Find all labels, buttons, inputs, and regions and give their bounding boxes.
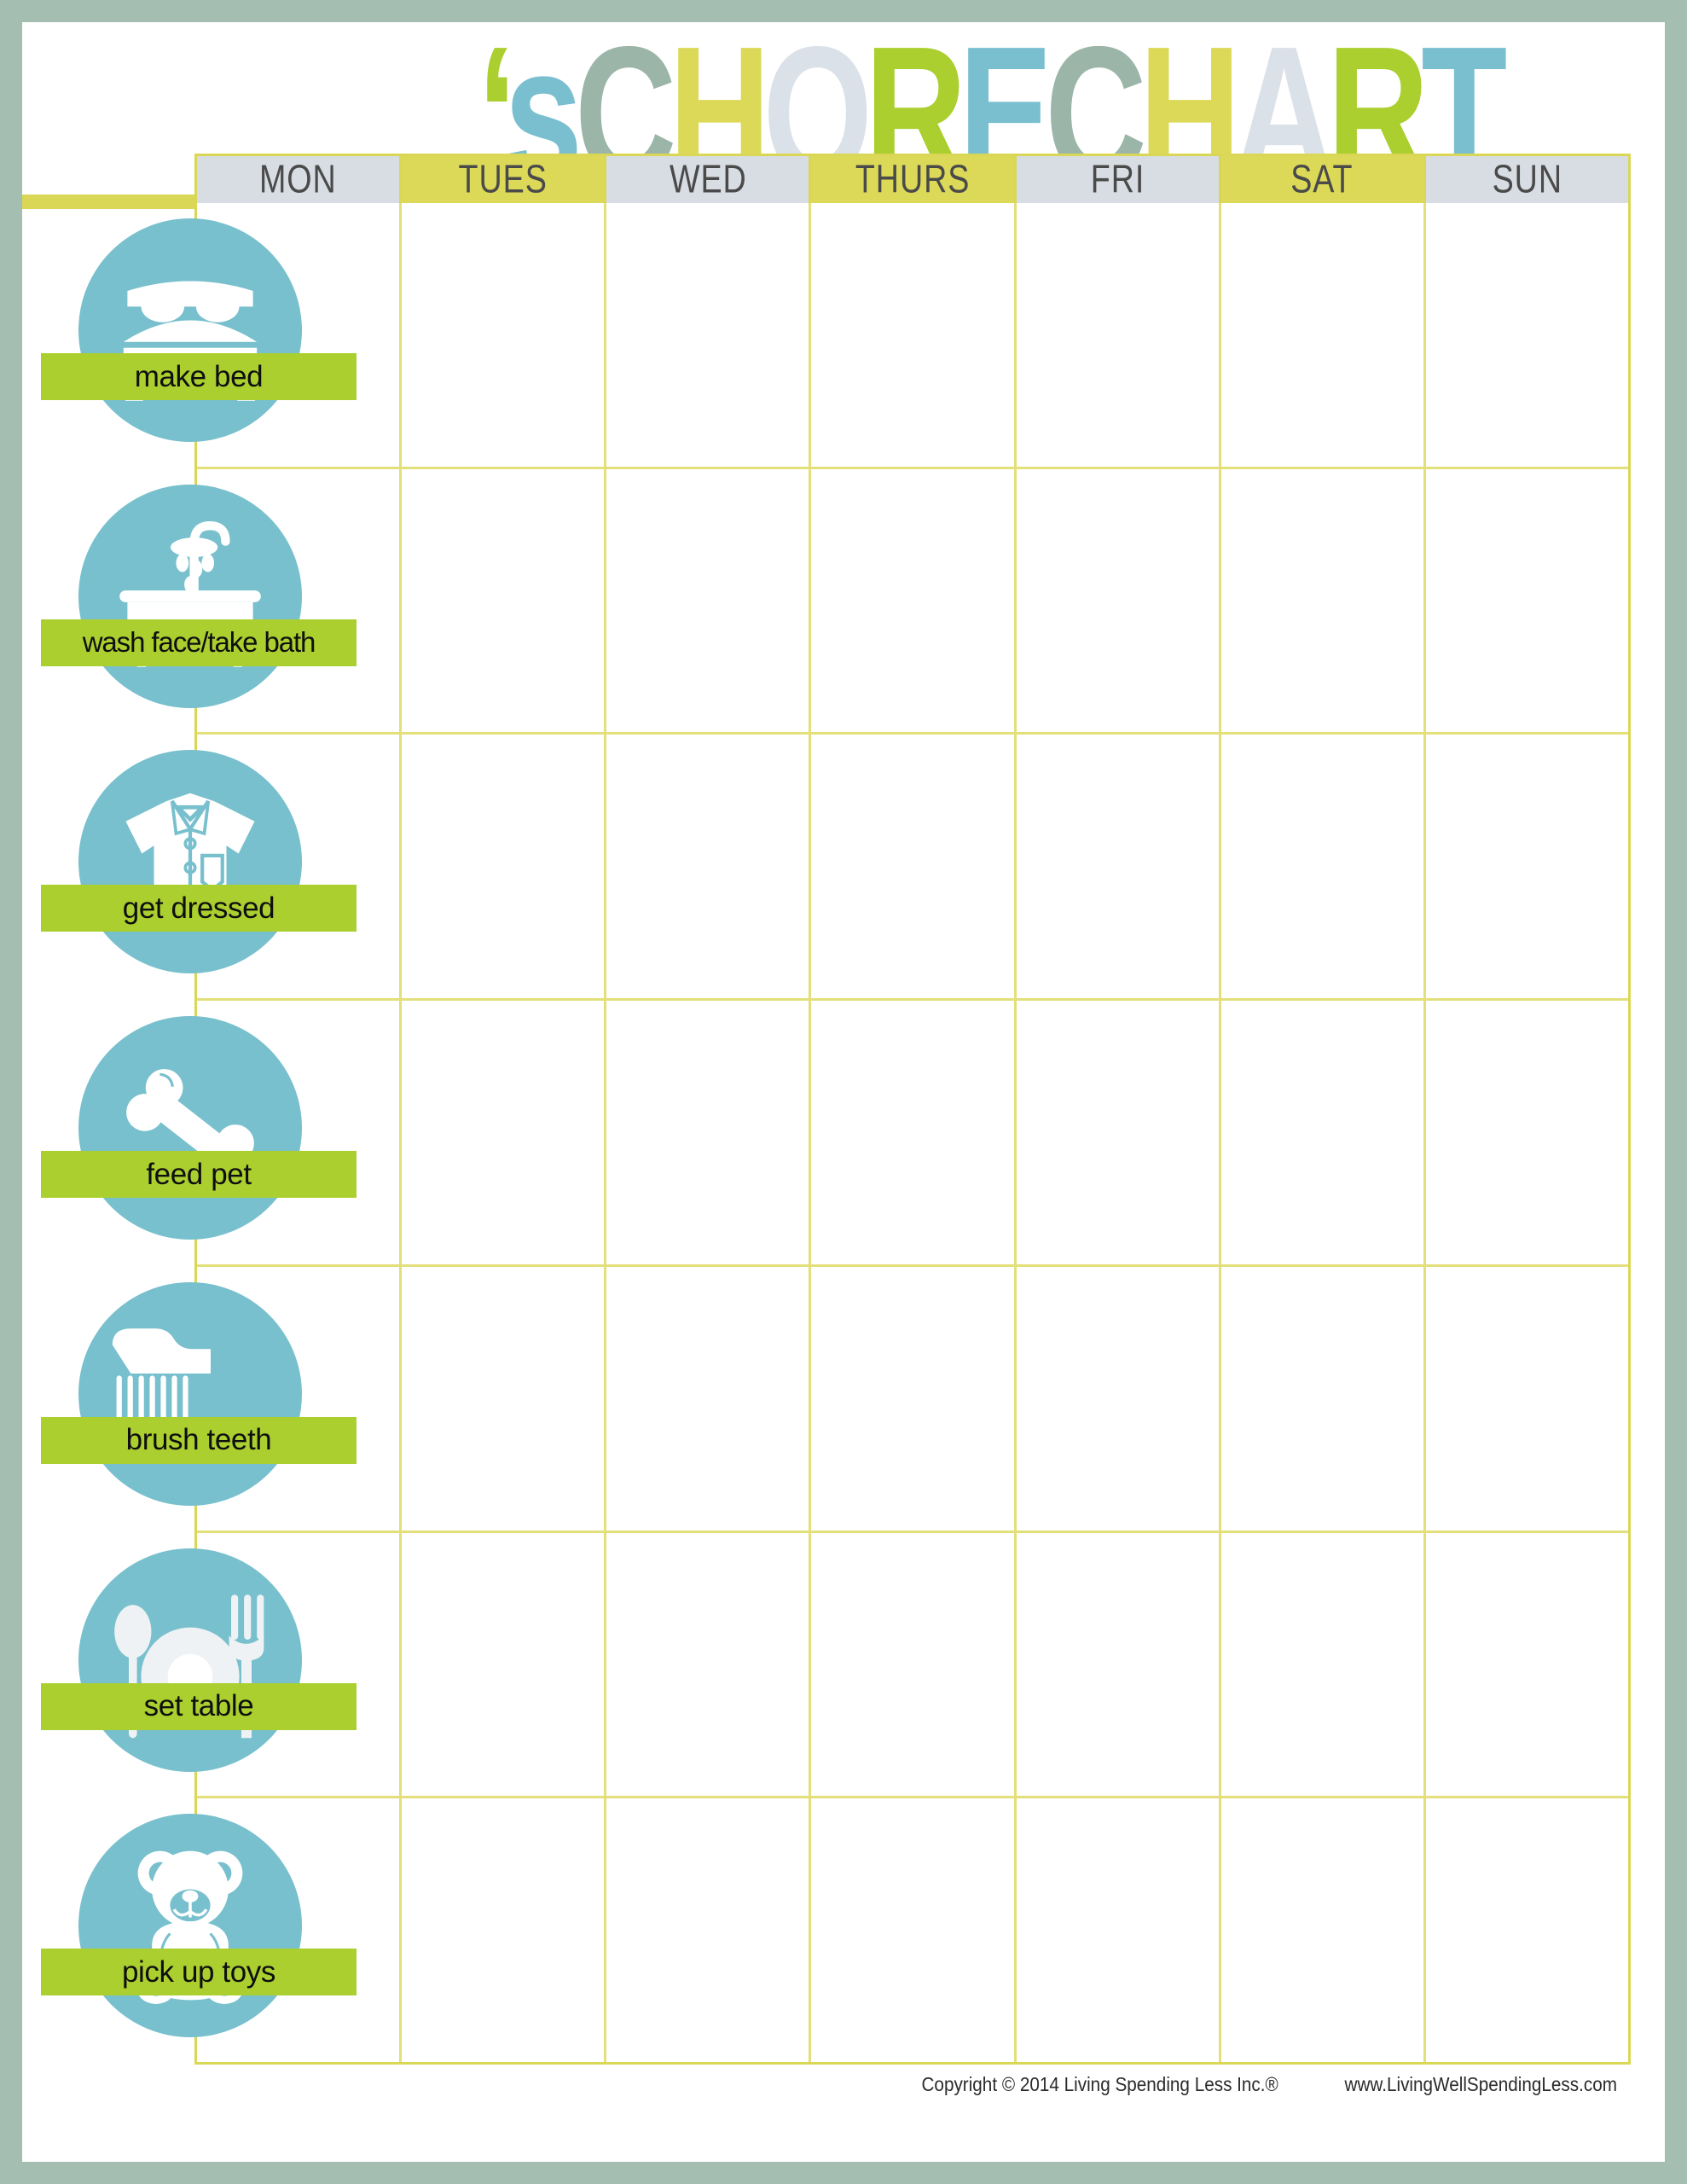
checkbox-cell-get-dressed-tues[interactable] [402,735,607,999]
checkbox-cell-pick-up-toys-wed[interactable] [606,1798,812,2063]
toothbrush-icon [78,1281,302,1506]
chore-row [197,1532,1628,1799]
day-header-fri: FRI [1016,156,1221,203]
checkbox-cell-feed-pet-wed[interactable] [606,1001,812,1264]
checkbox-cell-wash-face-take-bath-wed[interactable] [606,468,812,733]
checkbox-cell-wash-face-take-bath-tues[interactable] [402,468,607,733]
day-header-label: THURS [855,157,971,201]
chore-row [197,735,1628,1002]
chore-item-wash-face-take-bath: wash face/take bath [0,469,358,735]
day-header-label: SUN [1492,157,1562,201]
checkbox-cell-get-dressed-wed[interactable] [606,735,812,999]
chore-label-brush-teeth: brush teeth [41,1416,357,1464]
checkbox-cell-make-bed-wed[interactable] [606,203,812,467]
checkbox-cell-wash-face-take-bath-sun[interactable] [1425,468,1628,733]
day-header-label: TUES [458,157,548,201]
day-header-row: MON TUES WED THURS FRI SAT SUN [194,154,1631,203]
chore-item-get-dressed: get dressed [0,735,358,1001]
checkbox-cell-feed-pet-sun[interactable] [1425,1001,1628,1264]
checkbox-cell-set-table-sun[interactable] [1425,1532,1628,1797]
footer: Copyright © 2014 Living Spending Less In… [0,2073,1643,2096]
day-header-sun: SUN [1425,156,1628,203]
checkbox-cell-set-table-wed[interactable] [606,1532,812,1797]
chore-label-wash-face-take-bath: wash face/take bath [41,619,357,666]
checkbox-cell-wash-face-take-bath-sat[interactable] [1220,468,1426,733]
checkbox-cell-wash-face-take-bath-fri[interactable] [1016,468,1221,733]
checkbox-cell-brush-teeth-sat[interactable] [1220,1266,1426,1531]
checkbox-cell-brush-teeth-tues[interactable] [402,1266,607,1531]
bathtub-icon [78,484,302,708]
checkbox-cell-pick-up-toys-sun[interactable] [1425,1798,1628,2063]
day-header-tues: TUES [402,156,607,203]
checkbox-cell-make-bed-tues[interactable] [402,203,607,467]
day-header-mon: MON [197,156,403,203]
place-setting-icon [78,1548,302,1772]
chore-label-text: set table [143,1689,254,1723]
bed-icon [78,218,302,442]
day-header-label: FRI [1090,157,1145,201]
chore-grid-body [194,203,1631,2065]
chore-chart-page: ‘sCHORECHART MON TUES WED THURS FRI SAT SUN ma… [0,0,1687,2184]
checkbox-cell-set-table-fri[interactable] [1016,1532,1221,1797]
chore-label-text: brush teeth [125,1423,272,1457]
chore-label-make-bed: make bed [41,353,357,400]
chore-row [197,1001,1628,1267]
chore-item-set-table: set table [0,1533,358,1799]
day-header-wed: WED [606,156,812,203]
checkbox-cell-pick-up-toys-thurs[interactable] [811,1798,1017,2063]
checkbox-cell-brush-teeth-fri[interactable] [1016,1266,1221,1531]
shirt-icon [78,750,302,974]
website-text: www.LivingWellSpendingLess.com [1344,2073,1617,2095]
chore-item-make-bed: make bed [0,203,358,469]
day-header-label: MON [259,157,337,201]
checkbox-cell-pick-up-toys-tues[interactable] [402,1798,607,2063]
checkbox-cell-set-table-thurs[interactable] [811,1532,1017,1797]
chore-label-text: pick up toys [121,1955,275,1989]
checkbox-cell-get-dressed-sat[interactable] [1220,735,1426,999]
checkbox-cell-brush-teeth-thurs[interactable] [811,1266,1017,1531]
chore-row [197,1798,1628,2063]
checkbox-cell-pick-up-toys-sat[interactable] [1220,1798,1426,2063]
checkbox-cell-get-dressed-thurs[interactable] [811,735,1017,999]
copyright-text: Copyright © 2014 Living Spending Less In… [921,2073,1279,2095]
checkbox-cell-set-table-sat[interactable] [1220,1532,1426,1797]
chore-row [197,1266,1628,1533]
checkbox-cell-pick-up-toys-fri[interactable] [1016,1798,1221,2063]
chore-label-text: wash face/take bath [82,626,316,659]
chore-label-get-dressed: get dressed [41,885,357,932]
chore-label-pick-up-toys: pick up toys [41,1949,357,1996]
teddy-bear-icon [78,1814,302,2038]
chore-row [197,203,1628,469]
chore-label-text: feed pet [146,1157,252,1191]
checkbox-cell-feed-pet-thurs[interactable] [811,1001,1017,1264]
checkbox-cell-set-table-tues[interactable] [402,1532,607,1797]
chore-list: make bed wash face/take bath get dressed [0,203,358,2065]
day-header-label: SAT [1290,157,1354,201]
checkbox-cell-make-bed-sat[interactable] [1220,203,1426,467]
chore-label-text: make bed [134,359,264,393]
checkbox-cell-brush-teeth-wed[interactable] [606,1266,812,1531]
chore-item-brush-teeth: brush teeth [0,1267,358,1533]
checkbox-cell-make-bed-sun[interactable] [1425,203,1628,467]
chore-label-feed-pet: feed pet [41,1151,357,1199]
chore-row [197,468,1628,735]
checkbox-cell-make-bed-fri[interactable] [1016,203,1221,467]
chore-label-text: get dressed [122,891,275,925]
checkbox-cell-make-bed-thurs[interactable] [811,203,1017,467]
bone-icon [78,1016,302,1240]
chore-item-pick-up-toys: pick up toys [0,1798,358,2065]
checkbox-cell-get-dressed-fri[interactable] [1016,735,1221,999]
checkbox-cell-brush-teeth-sun[interactable] [1425,1266,1628,1531]
checkbox-cell-wash-face-take-bath-thurs[interactable] [811,468,1017,733]
checkbox-cell-get-dressed-sun[interactable] [1425,735,1628,999]
day-header-thurs: THURS [811,156,1017,203]
checkbox-cell-feed-pet-fri[interactable] [1016,1001,1221,1264]
chore-item-feed-pet: feed pet [0,1001,358,1267]
day-header-label: WED [669,157,747,201]
day-header-sat: SAT [1220,156,1426,203]
checkbox-cell-feed-pet-tues[interactable] [402,1001,607,1264]
chore-grid: MON TUES WED THURS FRI SAT SUN [194,154,1631,2065]
checkbox-cell-feed-pet-sat[interactable] [1220,1001,1426,1264]
chore-label-set-table: set table [41,1682,357,1730]
